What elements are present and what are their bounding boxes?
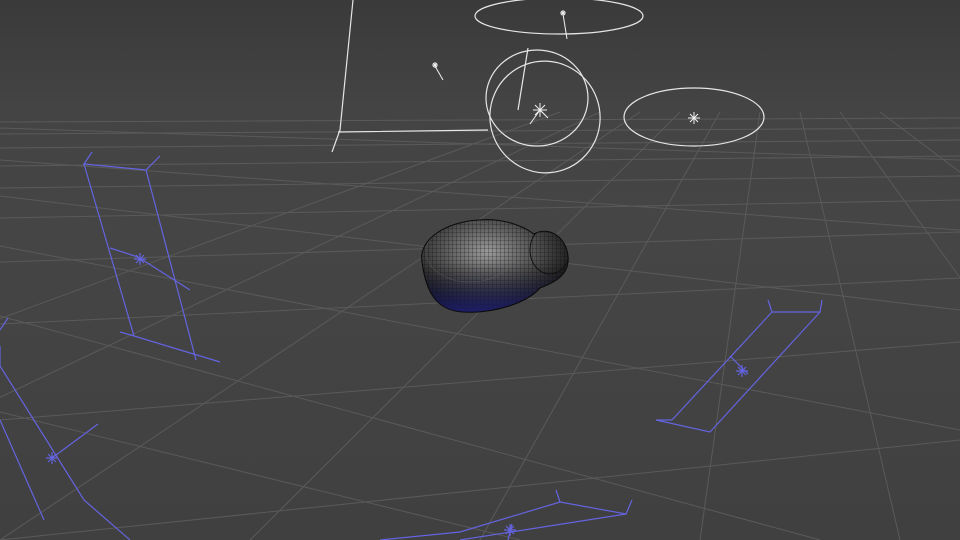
nurbs-circle-3[interactable]	[474, 46, 616, 189]
nurbs-frame-curve[interactable]	[331, 0, 489, 153]
ground-grid	[0, 111, 960, 540]
point-light-3-icon[interactable]	[529, 103, 549, 125]
area-light-4-icon[interactable]	[504, 524, 516, 536]
area-light-3-icon[interactable]	[46, 452, 58, 464]
area-light-2-icon[interactable]	[736, 365, 748, 377]
3d-viewport[interactable]	[0, 0, 960, 540]
nurbs-circle-1[interactable]	[474, 0, 644, 35]
point-light-4-icon[interactable]	[688, 112, 700, 124]
nurbs-circle-2[interactable]	[485, 49, 589, 147]
area-light-1-icon[interactable]	[134, 253, 146, 265]
wireframe-blob-mesh[interactable]	[410, 215, 580, 320]
viewport-canvas[interactable]	[0, 0, 960, 540]
point-light-2-icon[interactable]	[432, 62, 444, 81]
point-light-1-icon[interactable]	[560, 10, 568, 40]
area-light-frame-3[interactable]	[0, 317, 131, 540]
light-locators[interactable]	[432, 10, 700, 125]
area-light-frame-2[interactable]	[655, 299, 823, 433]
